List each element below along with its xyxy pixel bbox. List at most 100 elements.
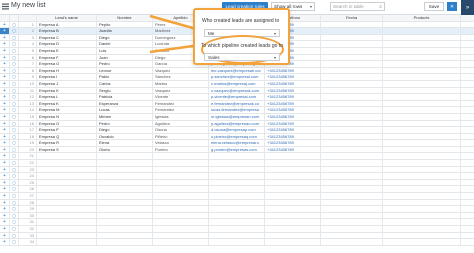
cell-products[interactable] xyxy=(382,173,460,179)
comment-icon[interactable]: ◻ xyxy=(9,133,18,140)
cell-products[interactable] xyxy=(382,113,460,120)
cell-apellido[interactable]: Iglesias xyxy=(152,113,208,120)
comment-icon[interactable]: ◻ xyxy=(9,140,18,146)
cell-telefono[interactable]: +34123456789 xyxy=(264,113,320,120)
cell-leads-name[interactable] xyxy=(36,173,96,179)
add-row-icon[interactable]: + xyxy=(0,101,9,106)
cell-apellido[interactable]: Vazquez xyxy=(152,87,208,94)
add-row-icon[interactable]: + xyxy=(0,239,9,244)
add-row-icon[interactable]: + xyxy=(0,193,9,198)
comment-icon[interactable]: ◻ xyxy=(9,219,18,225)
cell-extra[interactable] xyxy=(460,239,474,245)
cell-apellido[interactable]: Osuna xyxy=(152,127,208,133)
cell-email[interactable] xyxy=(208,206,264,212)
cell-products[interactable] xyxy=(382,226,460,232)
cell-apellido[interactable] xyxy=(152,239,208,245)
cell-nombre[interactable]: Pedro xyxy=(96,61,152,67)
cell-telefono[interactable]: +34123456789 xyxy=(264,107,320,113)
add-row-icon[interactable]: + xyxy=(0,160,9,165)
column-header-leads-name[interactable]: Lead's name xyxy=(36,15,96,21)
cell-fecha[interactable] xyxy=(320,239,382,245)
add-row-icon[interactable]: + xyxy=(0,121,9,126)
cell-apellido[interactable] xyxy=(152,173,208,179)
save-button[interactable]: Save xyxy=(424,2,444,11)
cell-leads-name[interactable]: Empresa R xyxy=(36,140,96,146)
cell-leads-name[interactable] xyxy=(36,179,96,186)
cell-products[interactable] xyxy=(382,232,460,239)
cell-fecha[interactable] xyxy=(320,113,382,120)
comment-icon[interactable]: ◻ xyxy=(9,179,18,186)
table-row[interactable]: + ◻ 17 Empresa P Diego Osuna d.osuna@empresap.… xyxy=(0,127,474,134)
cell-telefono[interactable]: +34123456789 xyxy=(264,67,320,74)
cell-products[interactable] xyxy=(382,54,460,61)
cell-products[interactable] xyxy=(382,61,460,67)
cell-fecha[interactable] xyxy=(320,67,382,74)
add-row-icon[interactable]: + xyxy=(0,41,9,47)
cell-fecha[interactable] xyxy=(320,206,382,212)
table-row[interactable]: + ◻ 34 xyxy=(0,239,474,246)
cell-fecha[interactable] xyxy=(320,120,382,127)
cell-leads-name[interactable]: Empresa I xyxy=(36,74,96,80)
cell-apellido[interactable] xyxy=(152,232,208,239)
table-row[interactable]: + ◻ 29 xyxy=(0,206,474,213)
cell-fecha[interactable] xyxy=(320,232,382,239)
cell-fecha[interactable] xyxy=(320,199,382,206)
cell-fecha[interactable] xyxy=(320,21,382,28)
cell-products[interactable] xyxy=(382,100,460,107)
cell-fecha[interactable] xyxy=(320,41,382,47)
cell-telefono[interactable] xyxy=(264,199,320,206)
cell-email[interactable] xyxy=(208,173,264,179)
cell-fecha[interactable] xyxy=(320,54,382,61)
cell-leads-name[interactable]: Empresa K xyxy=(36,100,96,107)
cell-email[interactable] xyxy=(208,166,264,173)
cell-email[interactable] xyxy=(208,186,264,193)
cell-telefono[interactable] xyxy=(264,186,320,193)
cell-leads-name[interactable]: Empresa K xyxy=(36,87,96,94)
cell-leads-name[interactable]: Empresa A xyxy=(36,21,96,28)
add-row-icon[interactable]: + xyxy=(0,134,9,139)
comment-icon[interactable]: ◻ xyxy=(9,74,18,80)
cell-leads-name[interactable] xyxy=(36,160,96,166)
cell-products[interactable] xyxy=(382,47,460,54)
cell-extra[interactable] xyxy=(460,166,474,173)
table-row[interactable]: + ◻ 27 xyxy=(0,193,474,200)
cell-leads-name[interactable] xyxy=(36,219,96,225)
cell-telefono[interactable]: +34123456789 xyxy=(264,127,320,133)
cell-extra[interactable] xyxy=(460,107,474,113)
cell-nombre[interactable]: Luis xyxy=(96,47,152,54)
cell-telefono[interactable] xyxy=(264,232,320,239)
cell-products[interactable] xyxy=(382,127,460,133)
cell-nombre[interactable]: Juanito xyxy=(96,28,152,34)
cell-fecha[interactable] xyxy=(320,133,382,140)
add-row-icon[interactable]: + xyxy=(0,48,9,53)
add-row-icon[interactable]: + xyxy=(0,114,9,119)
cell-extra[interactable] xyxy=(460,219,474,225)
comment-icon[interactable]: ◻ xyxy=(9,153,18,160)
comment-icon[interactable]: ◻ xyxy=(9,94,18,100)
comment-icon[interactable]: ◻ xyxy=(9,226,18,232)
cell-products[interactable] xyxy=(382,219,460,225)
pipeline-select[interactable]: Sales ▾ xyxy=(204,53,280,61)
cell-email[interactable]: p.sanchez@empresai.com xyxy=(208,74,264,80)
cell-extra[interactable] xyxy=(460,113,474,120)
cell-nombre[interactable]: Patricia xyxy=(96,94,152,100)
cell-apellido[interactable]: Velasco xyxy=(152,140,208,146)
cell-apellido[interactable] xyxy=(152,199,208,206)
cell-extra[interactable] xyxy=(460,54,474,61)
cell-products[interactable] xyxy=(382,206,460,212)
cell-extra[interactable] xyxy=(460,153,474,160)
comment-icon[interactable]: ◻ xyxy=(9,21,18,28)
cell-products[interactable] xyxy=(382,21,460,28)
cell-apellido[interactable] xyxy=(152,153,208,160)
comment-icon[interactable]: ◻ xyxy=(9,146,18,153)
cell-email[interactable]: o.pineiro@empresaq.com xyxy=(208,133,264,140)
add-row-icon[interactable]: + xyxy=(0,147,9,152)
cell-fecha[interactable] xyxy=(320,34,382,41)
cell-apellido[interactable] xyxy=(152,226,208,232)
comment-icon[interactable]: ◻ xyxy=(9,239,18,245)
cell-apellido[interactable] xyxy=(152,160,208,166)
add-row-icon[interactable]: + xyxy=(0,74,9,80)
cell-extra[interactable] xyxy=(460,21,474,28)
add-row-icon[interactable]: + xyxy=(0,35,9,40)
cell-telefono[interactable] xyxy=(264,166,320,173)
